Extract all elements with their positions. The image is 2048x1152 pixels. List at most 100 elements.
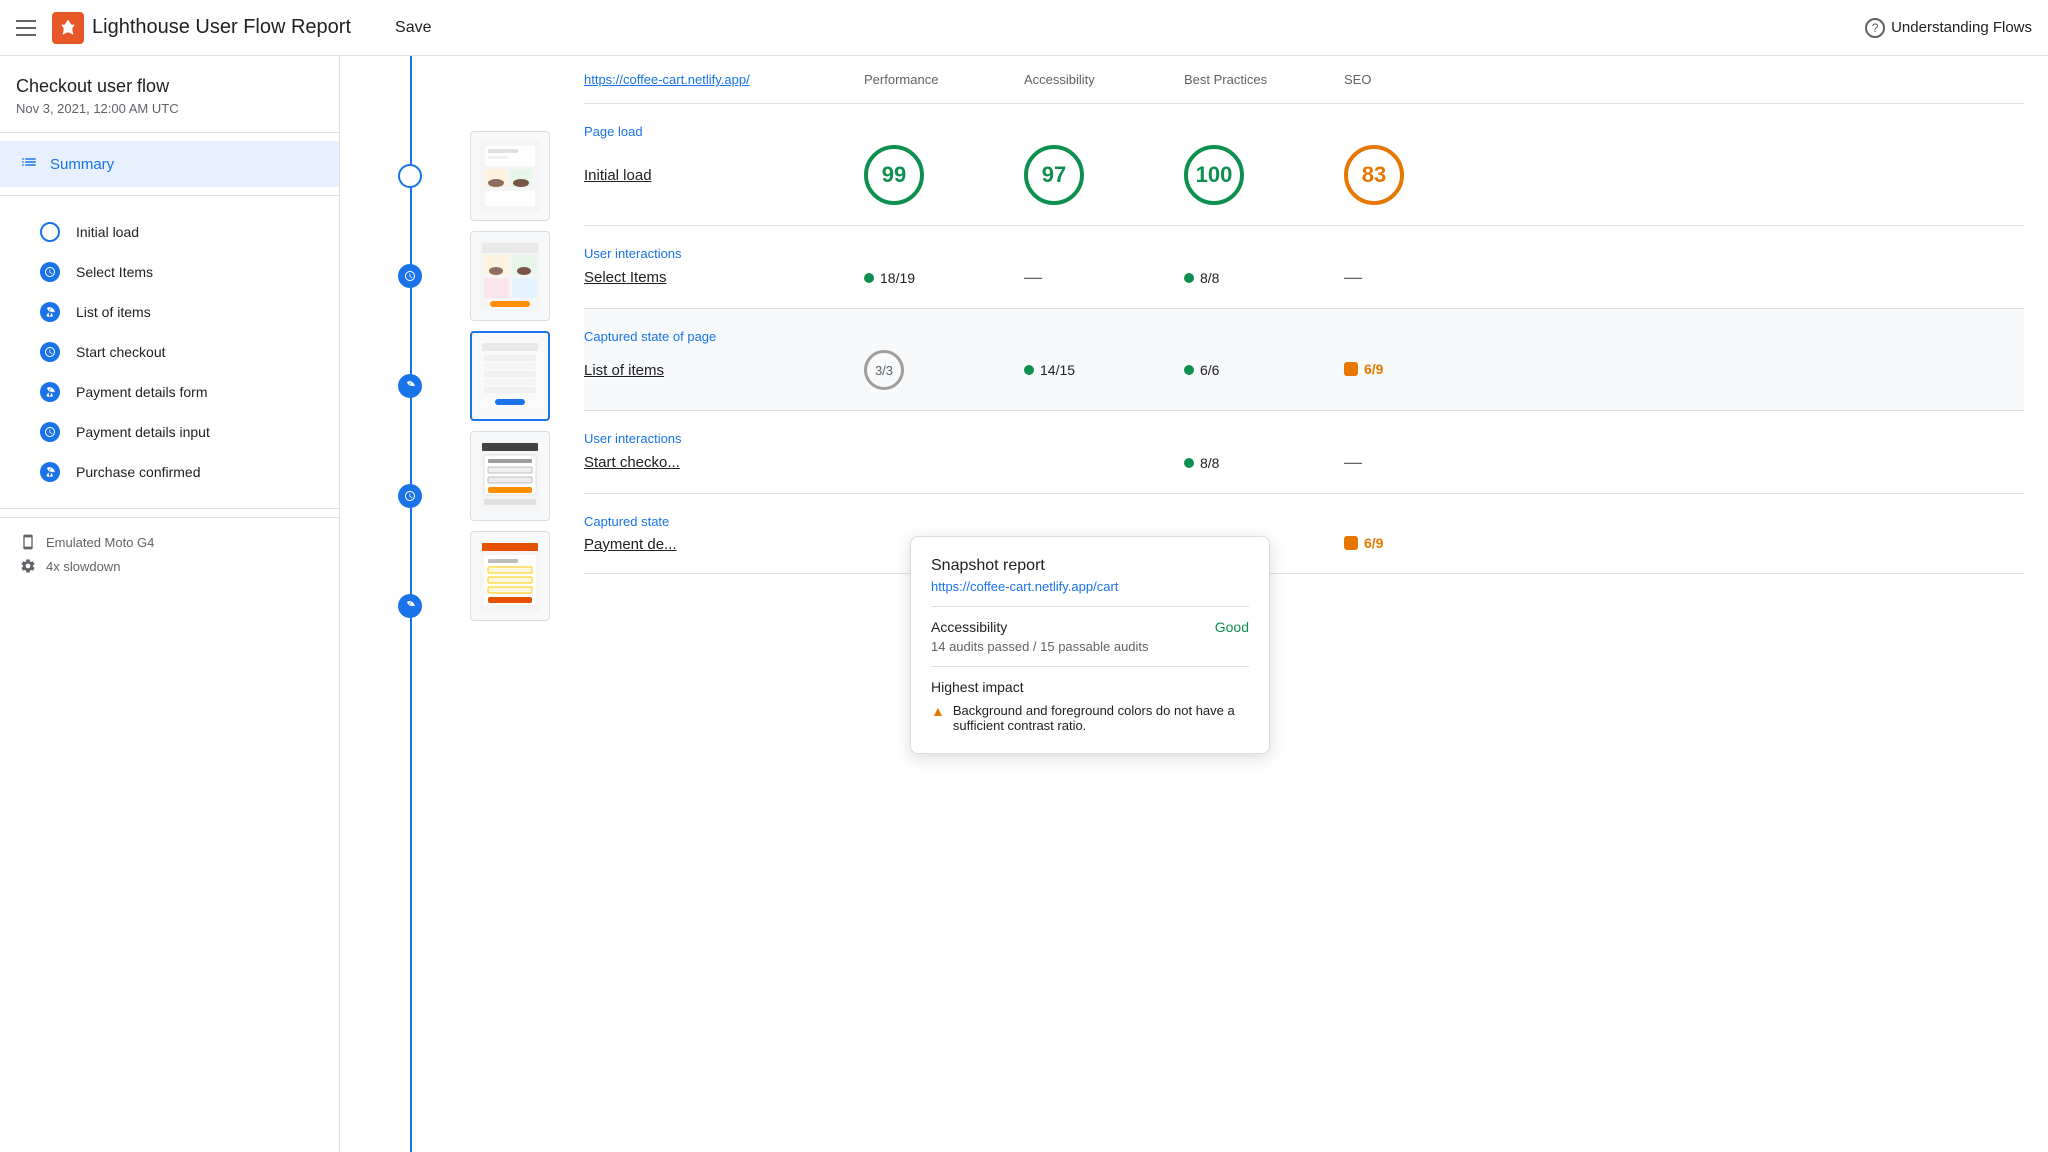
initial-load-link[interactable]: Initial load bbox=[584, 167, 652, 184]
bp-score-select: 8/8 bbox=[1184, 270, 1344, 286]
nav-item-label: Select Items bbox=[76, 264, 153, 280]
row-select-items: User interactions Select Items 18/19 bbox=[584, 226, 2024, 309]
screenshot-thumb-5[interactable] bbox=[470, 531, 550, 621]
start-checkout-link[interactable]: Start checko... bbox=[584, 454, 680, 471]
a11y-score-list: 14/15 bbox=[1024, 362, 1184, 378]
seo-score-initial: 83 bbox=[1344, 145, 1484, 205]
tooltip-a11y-desc: 14 audits passed / 15 passable audits bbox=[931, 639, 1249, 654]
tooltip-url: https://coffee-cart.netlify.app/cart bbox=[931, 579, 1249, 594]
lighthouse-logo bbox=[52, 12, 84, 44]
row-type-label-5: Captured state bbox=[584, 514, 2024, 529]
row-data-initial-load: Initial load 99 97 100 bbox=[584, 145, 2024, 205]
flow-date: Nov 3, 2021, 12:00 AM UTC bbox=[16, 101, 323, 116]
initial-load-icon bbox=[40, 222, 60, 242]
a11y-circle-97: 97 bbox=[1024, 145, 1084, 205]
bp-score-initial: 100 bbox=[1184, 145, 1344, 205]
perf-score-select: 18/19 bbox=[864, 270, 1024, 286]
nav-item-label: List of items bbox=[76, 304, 151, 320]
timeline-node-4 bbox=[398, 484, 422, 508]
list-of-items-icon bbox=[40, 302, 60, 322]
start-checkout-icon bbox=[40, 342, 60, 362]
nav-item-payment-details-form[interactable]: Payment details form bbox=[0, 372, 339, 412]
bp-score-checkout: 8/8 bbox=[1184, 455, 1344, 471]
nav-item-label: Payment details input bbox=[76, 424, 210, 440]
row-title[interactable]: Initial load bbox=[584, 167, 864, 184]
nav-item-start-checkout[interactable]: Start checkout bbox=[0, 332, 339, 372]
main-layout: Checkout user flow Nov 3, 2021, 12:00 AM… bbox=[0, 56, 2048, 1152]
hamburger-menu[interactable] bbox=[16, 20, 36, 36]
screenshot-thumb-4[interactable] bbox=[470, 431, 550, 521]
green-dot-4 bbox=[1184, 365, 1194, 375]
nav-item-label: Start checkout bbox=[76, 344, 166, 360]
row-type-label: Page load bbox=[584, 124, 2024, 139]
tooltip-a11y-value: Good bbox=[1215, 619, 1249, 635]
tooltip-card: Snapshot report https://coffee-cart.netl… bbox=[910, 536, 1270, 754]
screenshot-thumb-1[interactable] bbox=[470, 131, 550, 221]
row-type-label-3: Captured state of page bbox=[584, 329, 2024, 344]
row-list-of-items: Captured state of page List of items 3/3 bbox=[584, 309, 2024, 411]
page-load-node bbox=[398, 164, 422, 188]
understanding-flows-link[interactable]: ? Understanding Flows bbox=[1865, 18, 2032, 38]
row-title-5[interactable]: Payment de... bbox=[584, 536, 864, 553]
tooltip-impact-text: Background and foreground colors do not … bbox=[953, 703, 1249, 733]
a11y-badge-14-15: 14/15 bbox=[1024, 362, 1075, 378]
screenshot-thumb-3[interactable] bbox=[470, 331, 550, 421]
bp-badge-8-8: 8/8 bbox=[1184, 270, 1219, 286]
perf-score-initial: 99 bbox=[864, 145, 1024, 205]
nav-item-select-items[interactable]: Select Items bbox=[0, 252, 339, 292]
bp-score-list: 6/6 bbox=[1184, 362, 1344, 378]
tooltip-title: Snapshot report bbox=[931, 557, 1249, 575]
save-button[interactable]: Save bbox=[383, 13, 443, 43]
green-dot-3 bbox=[1024, 365, 1034, 375]
logo-area: Lighthouse User Flow Report bbox=[52, 12, 351, 44]
understanding-flows-label: Understanding Flows bbox=[1891, 19, 2032, 36]
seo-score-select: — bbox=[1344, 267, 1484, 288]
perf-badge-18-19: 18/19 bbox=[864, 270, 915, 286]
user-interactions-node bbox=[398, 264, 422, 288]
select-items-link[interactable]: Select Items bbox=[584, 269, 667, 286]
sidebar: Checkout user flow Nov 3, 2021, 12:00 AM… bbox=[0, 56, 340, 1152]
timeline-node-2 bbox=[398, 264, 422, 288]
flow-title: Checkout user flow bbox=[16, 76, 323, 97]
slowdown-info: 4x slowdown bbox=[20, 558, 319, 574]
seo-header: SEO bbox=[1344, 72, 1484, 87]
screenshots-col bbox=[460, 56, 560, 1152]
row-title-3[interactable]: List of items bbox=[584, 362, 864, 379]
app-title: Lighthouse User Flow Report bbox=[92, 16, 351, 39]
nav-item-label: Initial load bbox=[76, 224, 139, 240]
url-header[interactable]: https://coffee-cart.netlify.app/ bbox=[584, 72, 864, 87]
screenshot-thumb-2[interactable] bbox=[470, 231, 550, 321]
nav-item-initial-load[interactable]: Initial load bbox=[0, 212, 339, 252]
seo-score-checkout: — bbox=[1344, 452, 1484, 473]
row-payment-details: Captured state Payment de... 6/6 bbox=[584, 494, 2024, 574]
orange-square bbox=[1344, 362, 1358, 376]
perf-outline-3-3: 3/3 bbox=[864, 350, 904, 390]
nav-item-label: Payment details form bbox=[76, 384, 208, 400]
nav-item-list-of-items[interactable]: List of items bbox=[0, 292, 339, 332]
timeline-node-1 bbox=[398, 164, 422, 188]
a11y-score-initial: 97 bbox=[1024, 145, 1184, 205]
orange-square-2 bbox=[1344, 536, 1358, 550]
payment-details-link[interactable]: Payment de... bbox=[584, 536, 677, 553]
row-data-select-items: Select Items 18/19 — bbox=[584, 267, 2024, 288]
perf-circle-99: 99 bbox=[864, 145, 924, 205]
slowdown-label: 4x slowdown bbox=[46, 559, 120, 574]
nav-items: Initial load Select Items List of it bbox=[0, 204, 339, 500]
list-of-items-link[interactable]: List of items bbox=[584, 362, 664, 379]
main-content: https://coffee-cart.netlify.app/ Perform… bbox=[340, 56, 2048, 1152]
row-data-payment-details: Payment de... 6/6 bbox=[584, 535, 2024, 553]
table-area: https://coffee-cart.netlify.app/ Perform… bbox=[560, 56, 2048, 1152]
bp-header: Best Practices bbox=[1184, 72, 1344, 87]
a11y-header: Accessibility bbox=[1024, 72, 1184, 87]
nav-item-purchase-confirmed[interactable]: Purchase confirmed bbox=[0, 452, 339, 492]
row-title-2[interactable]: Select Items bbox=[584, 269, 864, 286]
seo-badge-6-9-payment: 6/9 bbox=[1344, 535, 1383, 551]
row-data-list-of-items: List of items 3/3 14/15 bbox=[584, 350, 2024, 390]
nav-item-payment-details-input[interactable]: Payment details input bbox=[0, 412, 339, 452]
bp-badge-6-6: 6/6 bbox=[1184, 362, 1219, 378]
tooltip-impact-item: ▲ Background and foreground colors do no… bbox=[931, 703, 1249, 733]
purchase-confirmed-icon bbox=[40, 462, 60, 482]
warning-triangle-icon: ▲ bbox=[931, 703, 945, 719]
row-title-4[interactable]: Start checko... bbox=[584, 454, 864, 471]
summary-item[interactable]: Summary bbox=[0, 141, 339, 187]
